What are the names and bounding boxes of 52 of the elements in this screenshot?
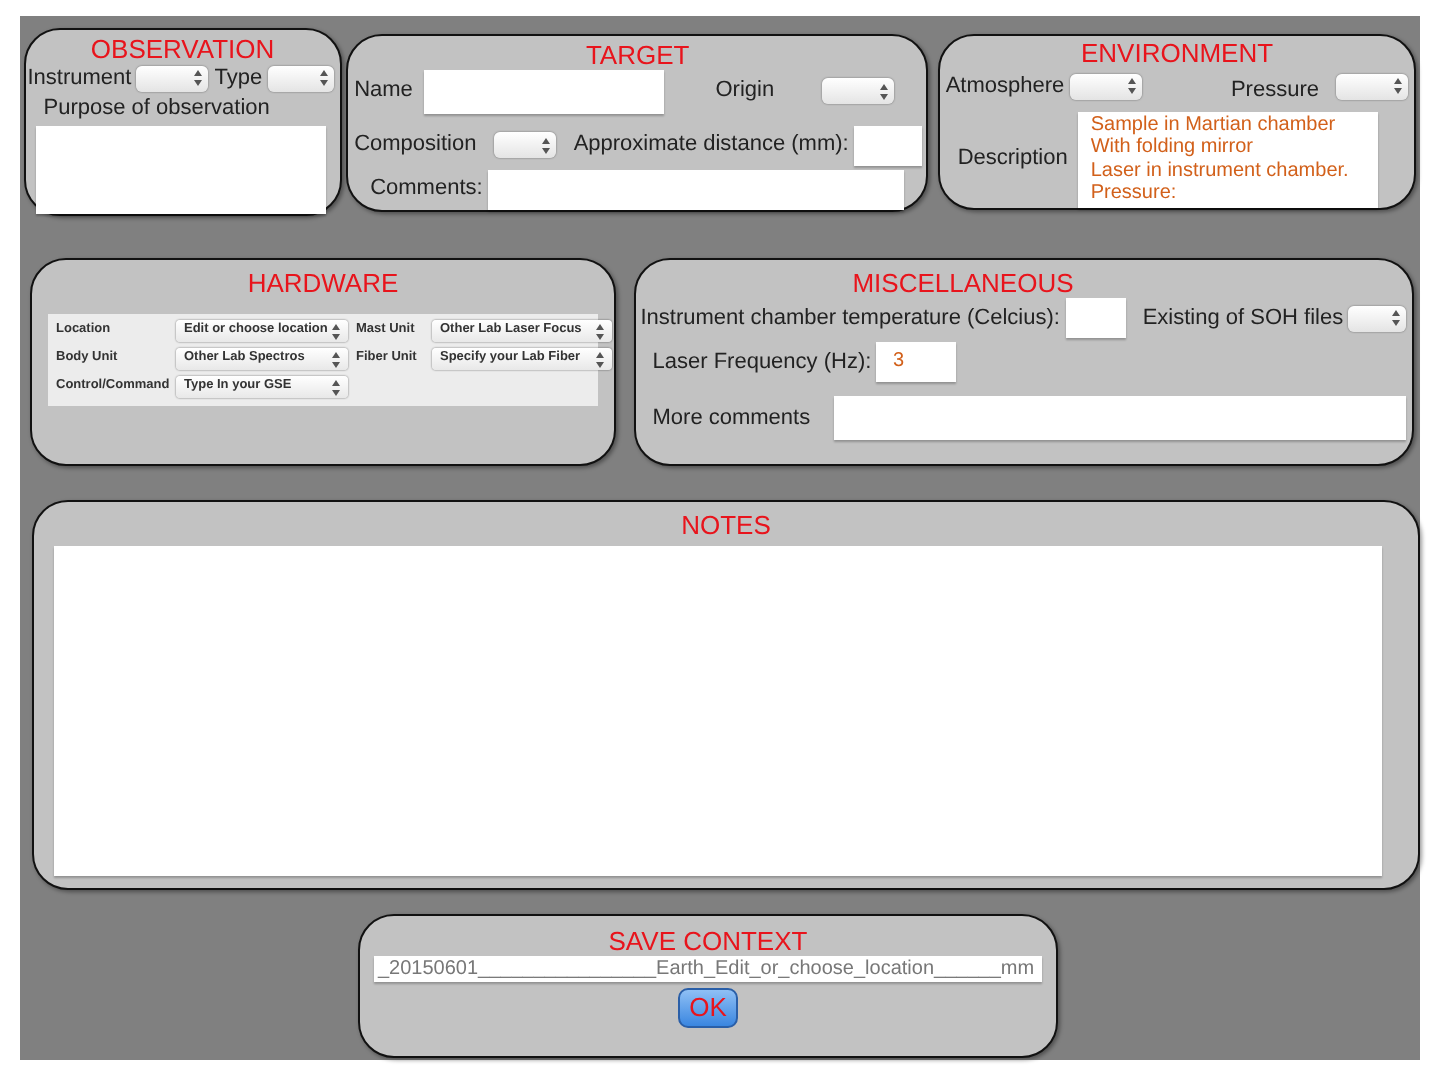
text-field[interactable] — [488, 169, 905, 209]
text-field[interactable]: 3 — [876, 342, 957, 382]
text-field[interactable] — [854, 125, 922, 165]
field-label: Pressure — [1230, 76, 1319, 106]
text-line: Laser in instrument chamber. — [1088, 159, 1351, 183]
dropdown[interactable] — [821, 78, 894, 104]
text-line: With folding mirror — [1088, 136, 1255, 160]
panel-title: ENVIRONMENT — [1079, 38, 1276, 69]
stepper-icon — [1127, 78, 1136, 95]
field-label: Name — [354, 76, 413, 106]
dropdown[interactable] — [1348, 305, 1406, 331]
field-label: More comments — [652, 403, 811, 433]
text-field[interactable] — [1065, 298, 1126, 338]
notes-field[interactable] — [54, 546, 1382, 876]
stepper-icon — [1394, 78, 1403, 95]
text-line: Pressure: — [1088, 182, 1179, 206]
stepper-icon — [1391, 310, 1400, 326]
field-label: Origin — [715, 76, 775, 106]
panel-title: TARGET — [583, 39, 692, 69]
field-label: Existing of SOH files — [1142, 303, 1344, 333]
panel-title: MISCELLANEOUS — [850, 268, 1076, 298]
field-label: Instrument chamber temperature (Celcius): — [640, 303, 1060, 333]
field-label: Atmosphere — [945, 72, 1065, 102]
stepper-icon — [319, 70, 328, 87]
stepper-icon — [879, 83, 888, 99]
stepper-icon — [194, 70, 203, 87]
field-label: Instrument — [27, 64, 132, 93]
dropdown[interactable] — [267, 65, 334, 92]
stepper-icon — [332, 379, 340, 395]
panel-title: NOTES — [679, 510, 773, 540]
field-label: Description — [957, 144, 1068, 174]
text-field[interactable] — [423, 69, 664, 113]
field-label: Type — [214, 64, 263, 93]
field-label: Approximate distance (mm): — [573, 130, 849, 160]
dropdown[interactable] — [136, 65, 209, 92]
description-field[interactable]: Sample in Martian chamber With folding mirror Laser in instrument chamber. Pressure: — [1078, 111, 1379, 208]
field-label: Purpose of observation — [43, 93, 272, 122]
field-label: Laser Frequency (Hz): — [652, 347, 872, 377]
stepper-icon — [332, 351, 340, 367]
dropdown[interactable] — [1069, 73, 1142, 100]
dropdown[interactable] — [1336, 73, 1409, 100]
stepper-icon — [542, 137, 551, 153]
panel-title: SAVE CONTEXT — [606, 926, 810, 956]
panel-title: HARDWARE — [245, 268, 401, 298]
dropdown[interactable] — [493, 132, 557, 158]
field-label: Comments: — [370, 174, 483, 204]
path-field[interactable]: _20150601________________Earth_Edit_or_choose_location______mm — [374, 956, 1042, 982]
stepper-icon — [332, 323, 340, 339]
text-line: Sample in Martian chamber — [1088, 111, 1338, 137]
panel-title: OBSERVATION — [88, 34, 277, 65]
field-label: Composition — [354, 130, 477, 160]
text-field[interactable] — [833, 396, 1406, 440]
